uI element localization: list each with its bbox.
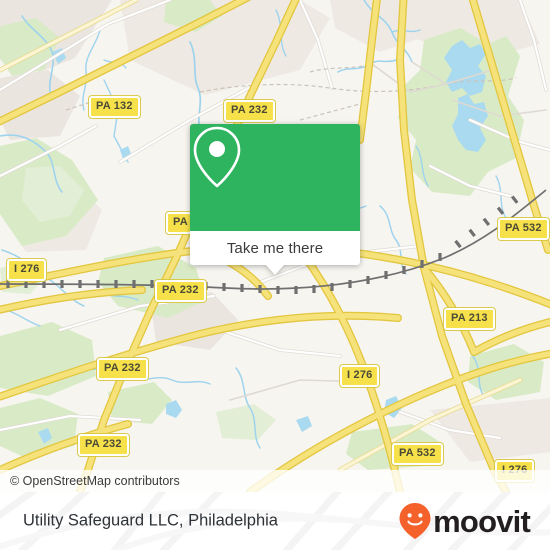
road-shield: PA 232: [155, 280, 206, 302]
popup-header: [190, 124, 360, 231]
road-shield: PA 232: [97, 358, 148, 380]
road-shield: PA 232: [224, 100, 275, 122]
map-pin-icon: [193, 126, 241, 188]
moovit-wordmark: moovit: [433, 503, 531, 539]
take-me-there-button[interactable]: Take me there: [190, 231, 360, 265]
moovit-pin-icon: [399, 503, 431, 539]
road-shield: PA 213: [444, 308, 495, 330]
road-shield-clipped: PA: [166, 212, 192, 234]
map-screenshot: .wtr{fill:#aadaf0} .wln{stroke:#9ed3ee;f…: [0, 0, 550, 550]
road-shield: PA 132: [89, 96, 140, 118]
popup-tail: [266, 265, 284, 275]
place-title: Utility Safeguard LLC, Philadelphia: [23, 511, 278, 530]
take-me-there-label: Take me there: [226, 239, 324, 257]
location-popup[interactable]: Take me there: [190, 124, 360, 275]
bottom-bar: Utility Safeguard LLC, Philadelphia moov…: [0, 492, 550, 550]
map-attribution[interactable]: © OpenStreetMap contributors: [0, 470, 550, 492]
road-shield: PA 232: [78, 434, 129, 456]
road-shield: I 276: [340, 365, 380, 387]
map-canvas[interactable]: .wtr{fill:#aadaf0} .wln{stroke:#9ed3ee;f…: [0, 0, 550, 492]
moovit-logo[interactable]: moovit: [398, 502, 531, 540]
road-shield: I 276: [7, 259, 47, 281]
road-shield: PA 532: [498, 218, 549, 240]
road-shield: PA 532: [392, 443, 443, 465]
